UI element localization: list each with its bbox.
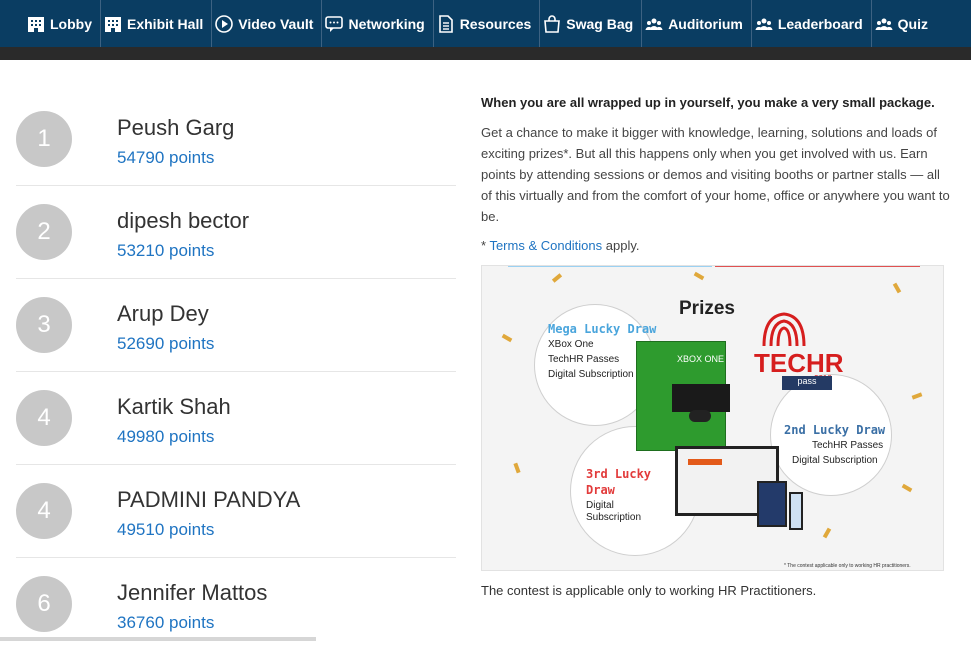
nav-networking[interactable]: Networking — [322, 0, 434, 47]
terms-link[interactable]: Terms & Conditions — [489, 238, 602, 253]
leaderboard-row: 2 dipesh bector 53210 points — [16, 186, 456, 279]
monitor-header — [688, 459, 722, 465]
player-points: 36760 points — [117, 613, 215, 632]
confetti — [513, 462, 521, 474]
nav-exhibit-hall[interactable]: Exhibit Hall — [101, 0, 213, 47]
player-points: 52690 points — [117, 334, 215, 353]
contest-note: The contest is applicable only to workin… — [481, 583, 817, 598]
xbox-box-image: XBOX ONE — [636, 341, 730, 451]
devices-image — [675, 446, 805, 534]
contest-headline: When you are all wrapped up in yourself,… — [481, 95, 935, 110]
rank-badge: 6 — [16, 576, 72, 632]
player-points: 54790 points — [117, 148, 215, 167]
rank-badge: 3 — [16, 297, 72, 353]
nav-strip — [0, 47, 971, 60]
third-draw-title: 3rd Lucky — [586, 467, 652, 481]
mega-draw-title: Mega Lucky Draw — [548, 322, 657, 336]
document-icon — [436, 14, 456, 34]
mega-draw-item: XBox One — [548, 339, 594, 350]
nav-label: Quiz — [897, 15, 928, 32]
chat-icon — [324, 14, 344, 34]
confetti — [901, 483, 913, 493]
phone-device — [789, 492, 803, 530]
horizontal-scrollbar[interactable] — [0, 637, 316, 641]
leaderboard-row: 3 Arup Dey 52690 points — [16, 279, 456, 372]
confetti — [551, 273, 563, 283]
confetti — [822, 527, 832, 539]
player-name: PADMINI PANDYA — [117, 487, 301, 512]
terms-line: * Terms & Conditions apply. — [481, 238, 951, 253]
prizes-banner: Prizes Mega Lucky Draw XBox One TechHR P… — [481, 265, 944, 571]
prizes-title: Prizes — [679, 298, 735, 319]
nav-label: Exhibit Hall — [127, 15, 204, 32]
building-icon — [26, 14, 46, 34]
group-icon — [644, 14, 664, 34]
player-points: 49980 points — [117, 427, 215, 446]
confetti — [911, 392, 923, 400]
xbox-controller — [689, 410, 711, 422]
player-name: Kartik Shah — [117, 394, 231, 419]
thumbprint-icon — [762, 312, 806, 347]
player-name: Jennifer Mattos — [117, 580, 268, 605]
player-points: 49510 points — [117, 520, 215, 539]
nav-label: Networking — [348, 15, 425, 32]
tablet-device — [757, 481, 787, 527]
nav-label: Video Vault — [238, 15, 314, 32]
pass-tag: pass — [782, 376, 832, 390]
rank-badge: 1 — [16, 111, 72, 167]
nav-label: Leaderboard — [777, 15, 863, 32]
group-icon — [874, 14, 894, 34]
nav-lobby[interactable]: Lobby — [24, 0, 101, 47]
third-draw-item: Subscription — [586, 512, 642, 523]
player-name: Peush Garg — [117, 115, 235, 140]
player-name: Arup Dey — [117, 301, 209, 326]
rank-badge: 4 — [16, 483, 72, 539]
second-draw-title: 2nd Lucky Draw — [784, 423, 886, 437]
group-icon — [754, 14, 774, 34]
nav-resources[interactable]: Resources — [434, 0, 541, 47]
nav-quiz[interactable]: Quiz — [872, 0, 936, 47]
confetti — [501, 333, 513, 343]
xbox-console — [672, 384, 730, 412]
shopping-bag-icon — [542, 14, 562, 34]
nav-auditorium[interactable]: Auditorium — [642, 0, 752, 47]
mega-draw-item: Digital Subscription — [548, 369, 634, 380]
contest-description: Get a chance to make it bigger with know… — [481, 125, 950, 224]
rank-badge: 2 — [16, 204, 72, 260]
player-points: 53210 points — [117, 241, 215, 260]
play-circle-icon — [214, 14, 234, 34]
top-nav: Lobby Exhibit Hall Video Vault Networkin… — [0, 0, 971, 47]
nav-swag-bag[interactable]: Swag Bag — [540, 0, 643, 47]
mega-draw-item: TechHR Passes — [548, 354, 620, 365]
leaderboard-row: 4 Kartik Shah 49980 points — [16, 372, 456, 465]
leaderboard-list: 1 Peush Garg 54790 points 2 dipesh becto… — [16, 93, 456, 651]
second-draw-item: TechHR Passes — [812, 440, 884, 451]
leaderboard-row: 4 PADMINI PANDYA 49510 points — [16, 465, 456, 558]
nav-label: Lobby — [50, 15, 92, 32]
nav-label: Resources — [459, 15, 532, 32]
confetti — [892, 282, 902, 294]
leaderboard-row: 1 Peush Garg 54790 points — [16, 93, 456, 186]
player-name: dipesh bector — [117, 208, 250, 233]
third-draw-title: Draw — [586, 483, 615, 497]
terms-suffix: apply. — [602, 238, 640, 253]
confetti — [693, 271, 705, 281]
banner-line-blue — [508, 266, 712, 267]
banner-footnote: * The contest applicable only to working… — [784, 563, 911, 569]
nav-video-vault[interactable]: Video Vault — [212, 0, 323, 47]
rank-badge: 4 — [16, 390, 72, 446]
nav-label: Swag Bag — [566, 15, 634, 32]
nav-label: Auditorium — [668, 15, 743, 32]
banner-line-red — [715, 266, 920, 267]
xbox-label: XBOX ONE — [677, 354, 725, 364]
nav-leaderboard[interactable]: Leaderboard — [752, 0, 872, 47]
contest-info: When you are all wrapped up in yourself,… — [481, 95, 951, 598]
building-icon — [103, 14, 123, 34]
